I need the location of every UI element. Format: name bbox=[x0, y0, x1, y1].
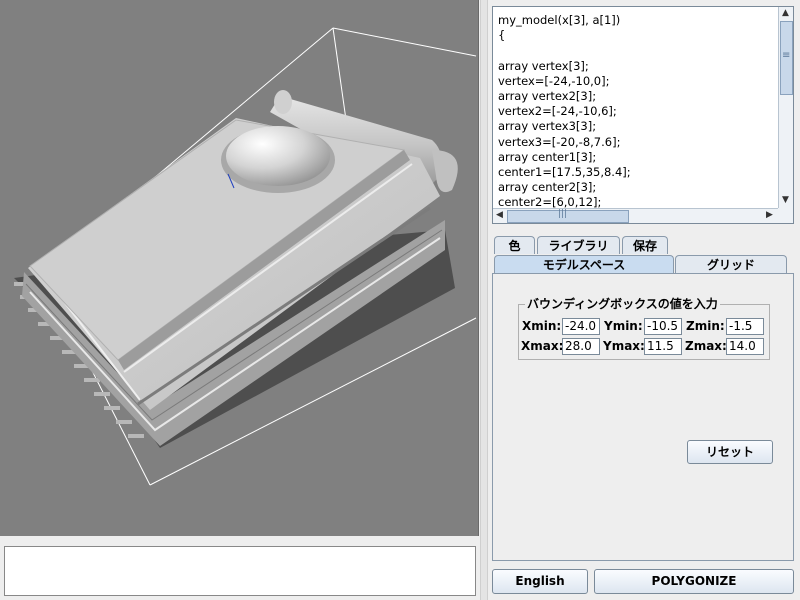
xmin-field[interactable]: -24.0 bbox=[562, 318, 600, 335]
zmin-field[interactable]: -1.5 bbox=[726, 318, 764, 335]
code-line: { bbox=[498, 28, 506, 43]
xmin-label: Xmin: bbox=[522, 319, 562, 333]
model-space-panel: バウンディングボックスの値を入力 Xmin: -24.0 Ymin: -10.5… bbox=[492, 273, 794, 561]
code-line: vertex2=[-24,-10,6]; bbox=[498, 104, 617, 119]
xmax-field[interactable]: 28.0 bbox=[562, 338, 600, 355]
zmin-label: Zmin: bbox=[686, 319, 725, 333]
code-editor[interactable]: my_model(x[3], a[1]){ array vertex[3]; ve… bbox=[492, 6, 794, 224]
code-line: array vertex3[3]; bbox=[498, 119, 597, 134]
ymax-field[interactable]: 11.5 bbox=[644, 338, 682, 355]
scroll-corner bbox=[778, 208, 793, 223]
code-line: array center2[3]; bbox=[498, 180, 597, 195]
ymin-field[interactable]: -10.5 bbox=[644, 318, 682, 335]
scroll-down-icon[interactable]: ▼ bbox=[779, 194, 792, 207]
code-line: array vertex2[3]; bbox=[498, 89, 597, 104]
zmax-field[interactable]: 14.0 bbox=[726, 338, 764, 355]
code-line: center2=[6,0,12]; bbox=[498, 195, 602, 209]
splitter-handle[interactable] bbox=[480, 0, 488, 600]
scroll-up-icon[interactable]: ▲ bbox=[779, 7, 792, 20]
horizontal-scroll-thumb[interactable]: ||| bbox=[507, 209, 629, 223]
code-line: array center1[3]; bbox=[498, 149, 597, 164]
reset-button[interactable]: リセット bbox=[687, 440, 773, 464]
horizontal-scrollbar[interactable]: ◀ ||| ▶ bbox=[493, 208, 779, 223]
log-output[interactable] bbox=[4, 546, 476, 596]
bounding-box-group: バウンディングボックスの値を入力 Xmin: -24.0 Ymin: -10.5… bbox=[518, 295, 770, 360]
vertical-scrollbar[interactable]: ▲ ≡ ▼ bbox=[778, 7, 793, 209]
code-line: center1=[17.5,35,8.4]; bbox=[498, 165, 631, 180]
3d-viewport[interactable] bbox=[0, 0, 479, 536]
bounding-box-title: バウンディングボックスの値を入力 bbox=[525, 295, 720, 312]
grip-icon: ||| bbox=[558, 209, 568, 219]
zmax-label: Zmax: bbox=[685, 339, 727, 353]
xmax-label: Xmax: bbox=[521, 339, 564, 353]
polygonize-button[interactable]: POLYGONIZE bbox=[594, 569, 794, 594]
scroll-right-icon[interactable]: ▶ bbox=[763, 209, 776, 222]
tab-library[interactable]: ライブラリ bbox=[537, 236, 620, 254]
tab-model-space[interactable]: モデルスペース bbox=[494, 255, 674, 273]
ymax-label: Ymax: bbox=[603, 339, 645, 353]
english-button[interactable]: English bbox=[492, 569, 588, 594]
tab-grid[interactable]: グリッド bbox=[675, 255, 787, 273]
code-text[interactable]: my_model(x[3], a[1]){ array vertex[3]; ve… bbox=[493, 7, 779, 209]
ymin-label: Ymin: bbox=[604, 319, 643, 333]
code-line: vertex=[-24,-10,0]; bbox=[498, 73, 610, 88]
grip-icon: ≡ bbox=[782, 50, 791, 61]
vertical-scroll-thumb[interactable]: ≡ bbox=[780, 21, 793, 95]
log-area bbox=[0, 538, 480, 600]
scroll-left-icon[interactable]: ◀ bbox=[493, 209, 506, 222]
tab-save[interactable]: 保存 bbox=[622, 236, 668, 254]
code-line: array vertex[3]; bbox=[498, 58, 589, 73]
code-line: my_model(x[3], a[1]) bbox=[498, 13, 621, 27]
code-line: vertex3=[-20,-8,7.6]; bbox=[498, 134, 621, 149]
model-render bbox=[14, 27, 477, 486]
tab-color[interactable]: 色 bbox=[494, 236, 535, 254]
